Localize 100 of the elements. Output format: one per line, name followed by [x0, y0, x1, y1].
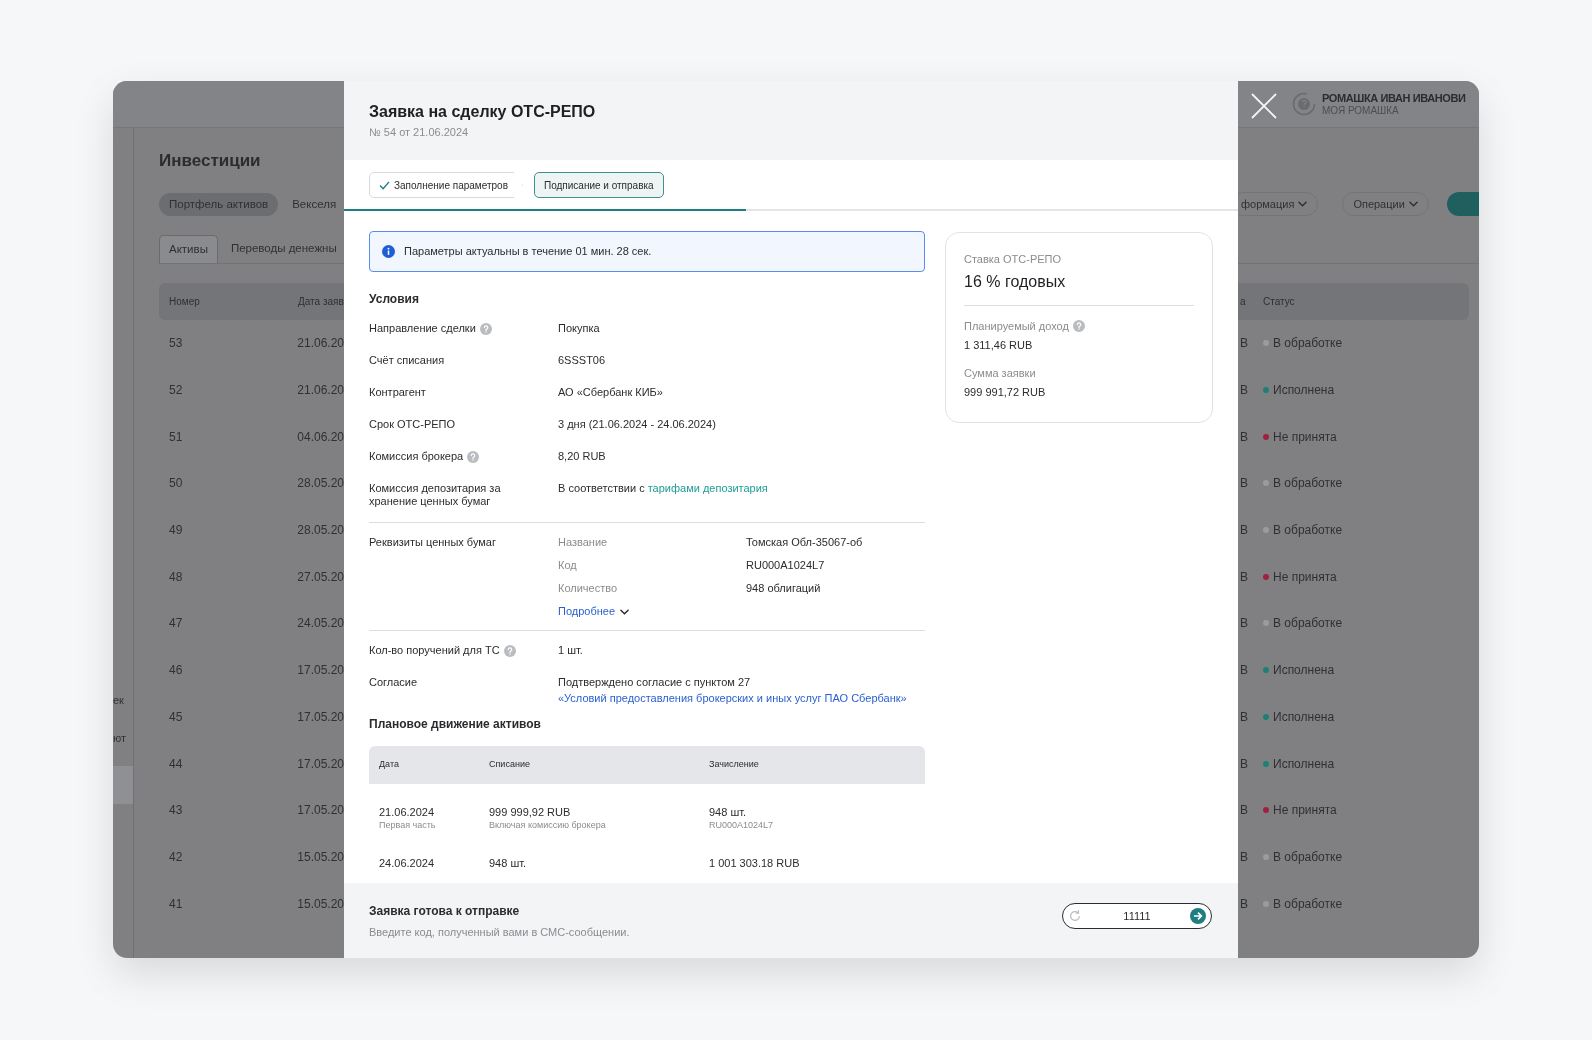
table-cell-text: 44	[169, 755, 184, 773]
table-cell-text: 49	[169, 522, 184, 540]
column-header: Списание	[489, 758, 531, 772]
table-cell-text: 43	[169, 802, 184, 820]
table-cell-text: 17.05.20	[297, 802, 344, 820]
field-value: Покупка	[558, 322, 600, 335]
table-cell-text: B	[1240, 895, 1249, 913]
sidebar-item[interactable]: ют	[113, 728, 133, 766]
field-value: 999 991,72 RUB	[964, 385, 1047, 399]
field-value: 3 дня (21.06.2024 - 24.06.2024)	[558, 418, 716, 431]
field-label: Счёт списания	[369, 354, 445, 367]
status-text: В обработке	[1273, 335, 1343, 353]
status-text: В обработке	[1273, 895, 1343, 913]
field-label: Сумма заявки	[964, 366, 1036, 380]
field-value: В соответствии с	[558, 482, 645, 495]
tab[interactable]: Активы	[159, 235, 218, 263]
table-cell: 1 001 303.18 RUB	[709, 856, 800, 870]
table-cell-text: 15.05.20	[297, 895, 344, 913]
field-label: Согласие	[369, 676, 418, 689]
table-cell-text: 999 999,92 RUB	[489, 805, 572, 819]
table-cell-text: 28.05.20	[297, 522, 344, 540]
page-title: Инвестиции	[159, 150, 262, 172]
user-name: РОМАШКА ИВАН ИВАНОВИ	[1322, 91, 1466, 105]
step-tab[interactable]: Подписание и отправка	[533, 172, 664, 198]
field-label: Реквизиты ценных бумаг	[369, 536, 497, 550]
table-cell-note: Включая комиссию брокера	[489, 819, 607, 831]
section-title: Условия	[369, 291, 420, 308]
field-label: Планируемый доход	[964, 319, 1069, 333]
field-label: Количество	[558, 582, 619, 595]
status-text: Не принята	[1273, 568, 1337, 586]
table-cell-text: 21.06.20	[297, 382, 344, 400]
modal-title: Заявка на сделку ОТС-РЕПО	[369, 102, 597, 122]
table-cell-text: B	[1240, 568, 1249, 586]
rate-label: Ставка ОТС-РЕПО	[964, 252, 1063, 266]
more-link[interactable]: Подробнее	[558, 605, 863, 618]
table-cell-text: 04.06.20	[297, 428, 344, 446]
field-value: 948 облигаций	[746, 582, 821, 595]
sms-code-field[interactable]: 11111	[1062, 902, 1212, 929]
field-label: Кол-во поручений для ТС	[369, 644, 500, 657]
column-header: Дата заяв	[298, 295, 344, 309]
table-cell-text: 24.05.20	[297, 615, 344, 633]
status-text: В обработке	[1273, 848, 1343, 866]
table-cell-text: 17.05.20	[297, 662, 344, 680]
status-text: Не принята	[1273, 802, 1337, 820]
table-cell-text: B	[1240, 848, 1249, 866]
field-value: 1 311,46 RUB	[964, 338, 1034, 352]
status-text: Исполнена	[1273, 662, 1335, 680]
column-header: а	[1240, 295, 1247, 309]
table-cell-text: 27.05.20	[297, 568, 344, 586]
table-cell-text: 15.05.20	[297, 848, 344, 866]
field-label: Направление сделки	[369, 322, 476, 335]
notice-text: Параметры актуальны в течение 01 мин. 28 сек.	[404, 244, 652, 260]
footer-hint: Введите код, полученный вами в СМС-сообщении.	[369, 924, 631, 939]
tariffs-link[interactable]: тарифами депозитария	[647, 482, 768, 495]
table-cell-text: 21.06.20	[297, 335, 344, 353]
step-tab[interactable]: Заполнение параметров	[369, 172, 523, 198]
pill-tab[interactable]: Векселя	[282, 193, 344, 216]
table-cell-text: B	[1240, 708, 1249, 726]
field-label: Комиссия депозитария за хранение ценных бумаг	[369, 482, 502, 508]
field-label: Название	[558, 536, 609, 549]
table-cell-text: B	[1240, 428, 1249, 446]
table-cell-text: 53	[169, 335, 184, 353]
field-value: 6SSST06	[558, 354, 606, 367]
table-cell-text: 47	[169, 615, 184, 633]
column-header: Зачисление	[709, 758, 759, 772]
status-text: Исполнена	[1273, 708, 1335, 726]
status-text: Не принята	[1273, 428, 1337, 446]
field-label: Срок ОТС-РЕПО	[369, 418, 456, 431]
field-label: Контрагент	[369, 386, 426, 399]
field-label: Код	[558, 559, 578, 572]
table-cell-note: RU000A1024L7	[709, 819, 774, 831]
column-header: Номер	[169, 295, 201, 309]
table-cell-text: 51	[169, 428, 184, 446]
rate-value: 16 % годовых	[964, 272, 1067, 292]
table-cell-text: B	[1240, 522, 1249, 540]
status-text: В обработке	[1273, 475, 1343, 493]
field-value: RU000A1024L7	[746, 559, 825, 572]
pill-tab[interactable]: Портфель активов	[159, 193, 279, 216]
table-cell-text: 17.05.20	[297, 708, 344, 726]
request-number: № 54 от 21.06.2024	[369, 125, 470, 140]
table-cell-text: B	[1240, 755, 1249, 773]
column-header: Дата	[379, 758, 400, 772]
table-cell-note: Первая часть	[379, 819, 437, 831]
field-value: 1 шт.	[558, 644, 583, 657]
table-cell-text: 46	[169, 662, 184, 680]
table-cell-text: B	[1240, 662, 1249, 680]
table-cell-text: 24.06.2024	[379, 856, 436, 870]
table-cell-text: 45	[169, 708, 184, 726]
table-cell-text: 17.05.20	[297, 755, 344, 773]
terms-link[interactable]: «Условий предоставления брокерских и иных услуг ПАО Сбербанк»	[558, 692, 907, 705]
table-cell-text: B	[1240, 382, 1249, 400]
table-cell-text: 50	[169, 475, 184, 493]
table-cell-text: 41	[169, 895, 184, 913]
table-cell-text: B	[1240, 615, 1249, 633]
sidebar-item[interactable]: ек	[113, 690, 133, 728]
table-cell-text: B	[1240, 802, 1249, 820]
table-cell-text: B	[1240, 475, 1249, 493]
status-text: В обработке	[1273, 615, 1343, 633]
column-header: Статус	[1263, 295, 1295, 309]
tab[interactable]: Переводы денежны	[221, 235, 344, 263]
